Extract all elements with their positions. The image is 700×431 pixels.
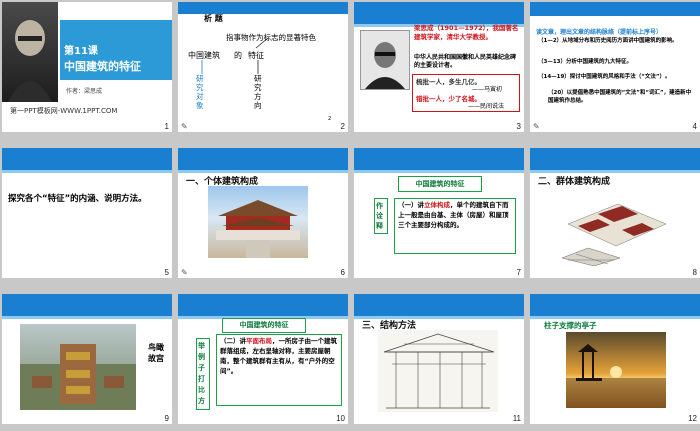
slide-thumbnail-10[interactable]: 中国建筑的特征 举例子打比方 （二）讲平面布局，一所房子由一个建筑群落组成，左右… [178, 294, 348, 424]
slide-top-band [2, 148, 172, 173]
slide-number: 8 [692, 268, 697, 277]
section-title-box: 中国建筑的特征 [398, 176, 482, 192]
outline-item-2: （3—13）分析中国建筑的九大特征。 [538, 59, 632, 65]
body-text: （二）讲平面布局，一所房子由一个建筑群落组成，左右呈轴对称，主要房屋朝南，整个建… [220, 337, 337, 375]
inner-page-number: 2 [328, 116, 332, 122]
caption-vertical: 鸟瞰故宫 [148, 343, 164, 363]
slide-thumbnail-12[interactable]: 柱子支撑的亭子 12 [530, 294, 700, 424]
slide-top-band [354, 148, 524, 173]
slide-thumbnail-6[interactable]: 一、个体建筑构成 ✎ 6 [178, 148, 348, 278]
slide-thumbnail-5[interactable]: 探究各个“特征”的内涵、说明方法。 5 [2, 148, 172, 278]
slide-number: 11 [512, 414, 521, 423]
site-footer: 第一PPT模板网-WWW.1PPT.COM [10, 107, 118, 115]
comment-icon: ✎ [533, 122, 540, 131]
lesson-title: 中国建筑的特征 [64, 60, 141, 73]
courtyard-diagram [558, 184, 672, 267]
structure-sketch [378, 330, 498, 412]
quote-1-author: ——马寅初 [472, 86, 503, 93]
bio-text-2: 中华人民共和国国徽和人民英雄纪念碑的主要设计者。 [414, 54, 517, 69]
slide-top-band [530, 294, 700, 319]
method-label: 作诠释 [374, 198, 388, 234]
slide-number: 6 [340, 268, 345, 277]
comment-icon: ✎ [181, 122, 188, 131]
slide-thumbnail-4[interactable]: 读文章，理出文章的结构脉络（提前标上序号） （1—2）从地域分布和历史阅历方面讲… [530, 2, 700, 132]
slide-top-band [354, 294, 524, 319]
slide-thumbnail-8[interactable]: 二、群体建筑构成 8 [530, 148, 700, 278]
research-direction: 研究方向 [254, 74, 262, 110]
slide-thumbnail-2[interactable]: 析 题 指事物作为标志的显著特色 中国建筑 的 特征 研究对象 研究方向 2 ✎… [178, 2, 348, 132]
slide-top-band [2, 294, 172, 319]
slide-banner-text: 柱子支撑的亭子 [544, 321, 597, 330]
slide-number: 3 [516, 122, 521, 131]
slide-number: 10 [336, 414, 345, 423]
method-label: 举例子打比方 [196, 338, 210, 410]
slide-thumbnail-7[interactable]: 中国建筑的特征 作诠释 （一）讲立体构成，单个的建筑自下而上一般是由台基、主体（… [354, 148, 524, 278]
slide-number: 12 [688, 414, 697, 423]
palace-photo [208, 186, 308, 258]
author-line: 作者：梁思成 [66, 88, 103, 95]
quote-2-author: ——民间说法 [468, 103, 505, 110]
lesson-number: 第11课 [64, 46, 98, 57]
bio-text: 梁思成（1901—1972），我国著名建筑学家，清华大学教授。 [414, 24, 519, 41]
arrow-lines [201, 37, 269, 74]
slide-number: 1 [164, 122, 169, 131]
slide-top-band [530, 148, 700, 173]
pavilion-sunset-photo [566, 332, 666, 408]
slide-thumbnail-9[interactable]: 鸟瞰故宫 9 [2, 294, 172, 424]
outline-item-3: （14—19）探讨中国建筑的风格和手法（“文法”）。 [538, 74, 671, 80]
slide-main-text: 探究各个“特征”的内涵、说明方法。 [8, 194, 147, 204]
slide-number: 2 [340, 122, 345, 131]
slide-thumbnail-3[interactable]: 梁思成（1901—1972），我国著名建筑学家，清华大学教授。 中华人民共和国国… [354, 2, 524, 132]
body-text: （一）讲立体构成，单个的建筑自下而上一般是由台基、主体（房屋）和屋顶三个主要部分… [398, 201, 509, 229]
portrait-photo [2, 2, 58, 102]
slide-number: 9 [164, 414, 169, 423]
slide-number: 7 [516, 268, 521, 277]
slide-top-band [178, 294, 348, 319]
slide-top-band [354, 2, 524, 27]
slide-number: 5 [164, 268, 169, 277]
comment-icon: ✎ [181, 268, 188, 277]
forbidden-city-aerial-photo [20, 324, 136, 410]
section-title-box: 中国建筑的特征 [222, 318, 306, 333]
slide-thumbnail-11[interactable]: 三、结构方法 11 [354, 294, 524, 424]
slide-number: 4 [692, 122, 697, 131]
slide-thumbnail-1[interactable]: 第11课 中国建筑的特征 作者：梁思成 第一PPT模板网-WWW.1PPT.CO… [2, 2, 172, 132]
research-object: 研究对象 [196, 74, 204, 110]
slide-heading: 读文章，理出文章的结构脉络（提前标上序号） [536, 29, 663, 36]
slide-top-band [530, 2, 700, 16]
portrait-photo [360, 30, 410, 90]
outline-item-4: （20）以提倡熟悉中国建筑的“文法”和“词汇”，建造新中国建筑作总结。 [548, 90, 692, 104]
outline-item-1: （1—2）从地域分布和历史阅历方面讲中国建筑的影响。 [538, 38, 678, 44]
slide-top-band [178, 148, 348, 173]
